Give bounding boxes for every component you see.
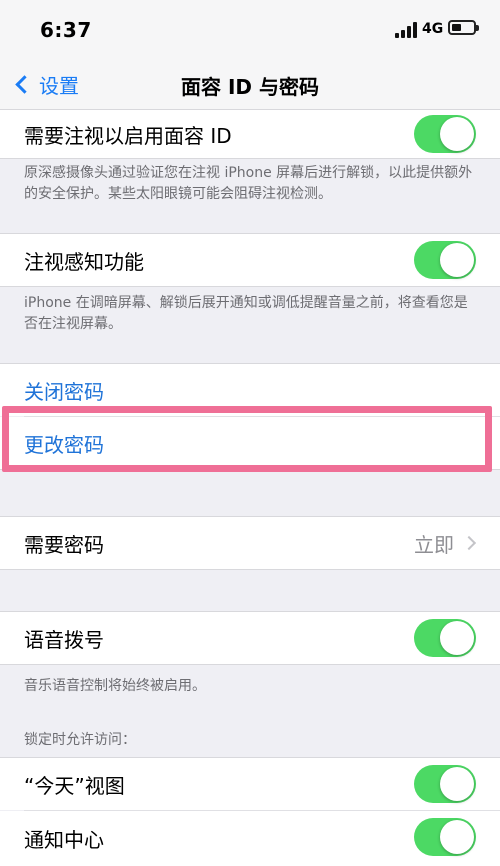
divider [0,569,500,570]
network-type: 4G [422,21,444,37]
voice-dial-label: 语音拨号 [24,627,104,652]
require-passcode-value: 立即 [414,533,454,557]
turn-off-passcode-label: 关闭密码 [24,379,104,404]
notification-center-toggle[interactable] [414,818,476,856]
divider [0,664,500,665]
locked-access-header: 锁定时允许访问： [24,732,136,748]
require-attention-toggle[interactable] [414,115,476,153]
notification-center-row: 通知中心 [0,811,500,866]
voice-dial-row: 语音拨号 [0,612,500,664]
status-bar: 6:37 4G [0,0,500,58]
today-view-label: “今天”视图 [24,773,125,798]
navigation-bar: 设置 面容 ID 与密码 [0,58,500,110]
today-view-toggle[interactable] [414,765,476,803]
require-attention-row: 需要注视以启用面容 ID [0,110,500,158]
highlight-box [2,406,492,472]
notification-center-label: 通知中心 [24,828,104,852]
attention-aware-row: 注视感知功能 [0,234,500,286]
voice-dial-note: 音乐语音控制将始终被启用。 [24,678,206,694]
page-title: 面容 ID 与密码 [181,75,319,99]
divider [0,158,500,159]
attention-aware-note: iPhone 在调暗屏幕、解锁后展开通知或调低提醒音量之前，将查看您是否在注视屏… [24,295,468,332]
require-attention-note: 原深感摄像头通过验证您在注视 iPhone 屏幕后进行解锁，以此提供额外的安全保… [24,165,473,202]
status-time: 6:37 [40,18,92,42]
require-passcode-row[interactable]: 需要密码 立即 [0,517,500,569]
attention-aware-toggle[interactable] [414,241,476,279]
require-passcode-label: 需要密码 [24,532,104,557]
divider [0,286,500,287]
attention-aware-label: 注视感知功能 [24,249,144,274]
signal-icon [395,22,417,38]
require-attention-label: 需要注视以启用面容 ID [24,123,232,148]
chevron-right-icon [461,535,477,551]
battery-icon [448,20,479,35]
voice-dial-toggle[interactable] [414,619,476,657]
today-view-row: “今天”视图 [0,758,500,810]
